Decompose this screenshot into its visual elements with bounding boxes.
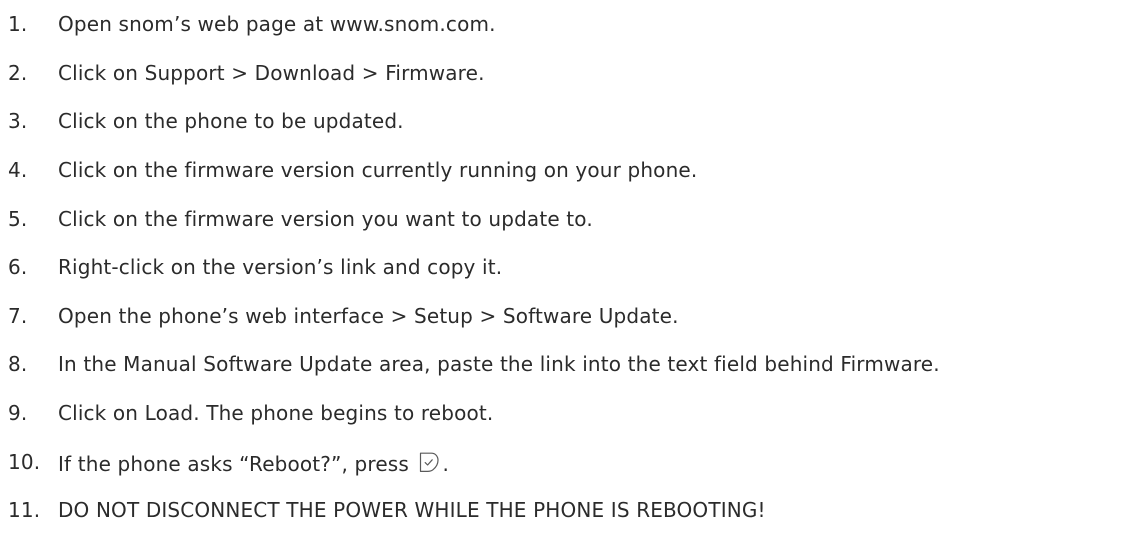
step-text: Click on Load. The phone begins to reboo…: [58, 401, 494, 426]
step-text-before: If the phone asks “Reboot?”, press: [58, 451, 409, 476]
list-item: 1. Open snom’s web page at www.snom.com.: [8, 0, 940, 49]
step-text: Right-click on the version’s link and co…: [58, 255, 503, 280]
step-text: Open the phone’s web interface > Setup >…: [58, 303, 679, 328]
step-number: 4.: [8, 158, 28, 183]
step-text: Click on the firmware version currently …: [58, 158, 698, 183]
list-item: 9. Click on Load. The phone begins to re…: [8, 389, 940, 438]
step-number: 3.: [8, 109, 28, 134]
step-text: Click on the firmware version you want t…: [58, 206, 593, 231]
step-text: DO NOT DISCONNECT THE POWER WHILE THE PH…: [58, 498, 766, 523]
step-text-after: .: [442, 451, 449, 476]
step-number: 11.: [8, 498, 41, 523]
step-number: 8.: [8, 352, 28, 377]
list-item: 4. Click on the firmware version current…: [8, 146, 940, 195]
list-item: 7. Open the phone’s web interface > Setu…: [8, 292, 940, 341]
instruction-list: 1. Open snom’s web page at www.snom.com.…: [8, 0, 940, 535]
step-text: Click on Support > Download > Firmware.: [58, 60, 485, 85]
list-item: 5. Click on the firmware version you wan…: [8, 194, 940, 243]
step-number: 1.: [8, 12, 28, 37]
step-text: If the phone asks “Reboot?”, press .: [58, 450, 449, 474]
step-text: Click on the phone to be updated.: [58, 109, 404, 134]
step-number: 6.: [8, 255, 28, 280]
list-item: 2. Click on Support > Download > Firmwar…: [8, 49, 940, 98]
step-number: 9.: [8, 401, 28, 426]
list-item: 8. In the Manual Software Update area, p…: [8, 340, 940, 389]
step-number: 2.: [8, 60, 28, 85]
step-text: In the Manual Software Update area, past…: [58, 352, 940, 377]
list-item: 6. Right-click on the version’s link and…: [8, 243, 940, 292]
list-item: 10. If the phone asks “Reboot?”, press .: [8, 437, 940, 486]
list-item: 3. Click on the phone to be updated.: [8, 97, 940, 146]
step-number: 5.: [8, 206, 28, 231]
step-number: 7.: [8, 303, 28, 328]
step-text: Open snom’s web page at www.snom.com.: [58, 12, 496, 37]
step-number: 10.: [8, 449, 41, 474]
check-key-icon: [417, 450, 441, 474]
list-item: 11. DO NOT DISCONNECT THE POWER WHILE TH…: [8, 486, 940, 535]
